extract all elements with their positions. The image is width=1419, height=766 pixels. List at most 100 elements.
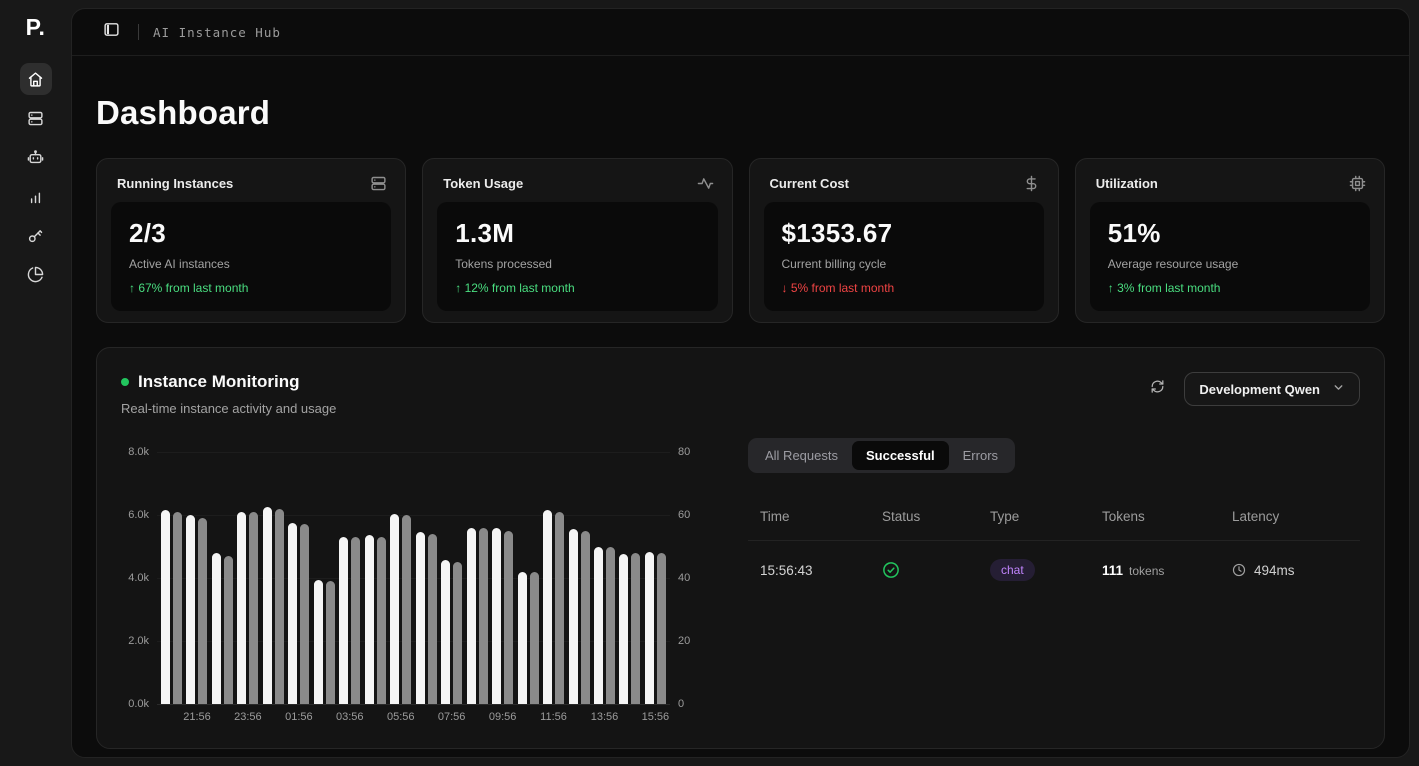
bar-group[interactable]: 03:56	[339, 452, 360, 704]
bar-group[interactable]: 13:56	[594, 452, 615, 704]
bar-group[interactable]	[518, 452, 539, 704]
tokens-bar	[416, 532, 425, 704]
right-axis-tick: 0	[678, 698, 684, 710]
page-title: Dashboard	[96, 94, 1385, 132]
type-badge: chat	[990, 559, 1035, 581]
instance-select[interactable]: Development Qwen	[1184, 372, 1360, 406]
tab-errors[interactable]: Errors	[949, 441, 1012, 470]
x-axis-tick: 01:56	[285, 711, 313, 723]
requests-bar	[402, 515, 411, 704]
bar-group[interactable]: 11:56	[543, 452, 564, 704]
cell-time: 15:56:43	[760, 563, 882, 578]
bar-group[interactable]: 15:56	[645, 452, 666, 704]
sidebar-item-instances[interactable]	[20, 102, 52, 134]
sidebar-item-home[interactable]	[20, 63, 52, 95]
bar-group[interactable]	[314, 452, 335, 704]
x-axis-tick: 23:56	[234, 711, 262, 723]
stat-card-delta: ↓ 5% from last month	[782, 281, 1026, 295]
bar-group[interactable]	[416, 452, 437, 704]
sidebar-item-api-keys[interactable]	[20, 219, 52, 251]
tokens-bar	[212, 553, 221, 704]
left-axis-tick: 2.0k	[128, 635, 149, 647]
sidebar-item-usage[interactable]	[20, 258, 52, 290]
table-row[interactable]: 15:56:43chat111tokens494ms	[748, 541, 1360, 599]
stat-card-title: Current Cost	[770, 176, 849, 191]
bar-group[interactable]: 01:56	[288, 452, 309, 704]
column-header-time: Time	[760, 509, 882, 524]
tab-all-requests[interactable]: All Requests	[751, 441, 852, 470]
key-icon	[27, 227, 44, 244]
request-filter-tabs: All RequestsSuccessfulErrors	[748, 438, 1015, 473]
bar-group[interactable]: 07:56	[441, 452, 462, 704]
stat-card-value: 1.3M	[455, 218, 699, 249]
instance-monitoring-card: Instance Monitoring Real-time instance a…	[96, 347, 1385, 749]
tokens-bar	[365, 535, 374, 704]
sidebar-item-agents[interactable]	[20, 141, 52, 173]
requests-bar	[555, 512, 564, 704]
bar-group[interactable]: 09:56	[492, 452, 513, 704]
tokens-bar	[594, 547, 603, 704]
sidebar-toggle-button[interactable]	[98, 19, 124, 45]
bar-group[interactable]	[467, 452, 488, 704]
tokens-bar	[390, 514, 399, 704]
refresh-button[interactable]	[1146, 378, 1168, 400]
app-logo: P.	[26, 14, 46, 41]
tokens-value: 111	[1102, 563, 1123, 578]
chart-plot: 21:56 23:56 01:56 03:56 05:56 07:56 09:56 11:56…	[157, 452, 670, 704]
tokens-bar	[467, 528, 476, 704]
column-header-type: Type	[990, 509, 1102, 524]
app-title: AI Instance Hub	[153, 25, 281, 40]
bar-group[interactable]	[619, 452, 640, 704]
stat-card-delta: ↑ 3% from last month	[1108, 281, 1352, 295]
requests-bar	[173, 512, 182, 704]
column-header-tokens: Tokens	[1102, 509, 1232, 524]
tokens-bar	[518, 572, 527, 704]
tokens-bar	[263, 507, 272, 705]
bar-group[interactable]	[569, 452, 590, 704]
tab-successful[interactable]: Successful	[852, 441, 949, 470]
requests-bar	[275, 509, 284, 704]
bar-group[interactable]	[161, 452, 182, 704]
stat-card-title: Utilization	[1096, 176, 1158, 191]
bar-group[interactable]	[365, 452, 386, 704]
usage-chart: 8.0k6.0k4.0k2.0k0.0k 21:56 23:56 01:56 03:5…	[121, 438, 696, 704]
x-axis-tick: 07:56	[438, 711, 466, 723]
bar-group[interactable]: 05:56	[390, 452, 411, 704]
x-axis-tick: 03:56	[336, 711, 364, 723]
pie-chart-icon	[27, 266, 44, 283]
x-axis-tick: 09:56	[489, 711, 517, 723]
chart-left-axis: 8.0k6.0k4.0k2.0k0.0k	[121, 452, 157, 704]
cell-status	[882, 561, 990, 579]
chart-right-axis: 806040200	[670, 452, 696, 704]
bot-icon	[27, 149, 44, 166]
server-icon	[27, 110, 44, 127]
requests-bar	[606, 547, 615, 705]
cpu-icon	[1349, 175, 1366, 192]
topbar-divider	[138, 24, 139, 40]
column-header-latency: Latency	[1232, 509, 1348, 524]
requests-bar	[377, 537, 386, 704]
tokens-unit: tokens	[1129, 564, 1164, 578]
requests-bar	[530, 572, 539, 704]
check-circle-icon	[882, 561, 900, 579]
requests-bar	[224, 556, 233, 704]
bar-group[interactable]	[212, 452, 233, 704]
requests-bar	[479, 528, 488, 704]
requests-bar	[428, 534, 437, 704]
left-axis-tick: 0.0k	[128, 698, 149, 710]
bar-group[interactable]	[263, 452, 284, 704]
cell-type: chat	[990, 559, 1102, 581]
right-axis-tick: 60	[678, 509, 690, 521]
sidebar-item-analytics[interactable]	[20, 180, 52, 212]
column-header-status: Status	[882, 509, 990, 524]
panel-left-icon	[103, 21, 120, 43]
stat-card-subtitle: Current billing cycle	[782, 257, 1026, 271]
bar-group[interactable]: 21:56	[186, 452, 207, 704]
requests-bar	[249, 512, 258, 704]
home-icon	[27, 71, 44, 88]
gridline	[157, 704, 670, 705]
right-axis-tick: 40	[678, 572, 690, 584]
requests-bar	[453, 562, 462, 704]
requests-section: All RequestsSuccessfulErrors TimeStatusT…	[748, 438, 1360, 704]
bar-group[interactable]: 23:56	[237, 452, 258, 704]
